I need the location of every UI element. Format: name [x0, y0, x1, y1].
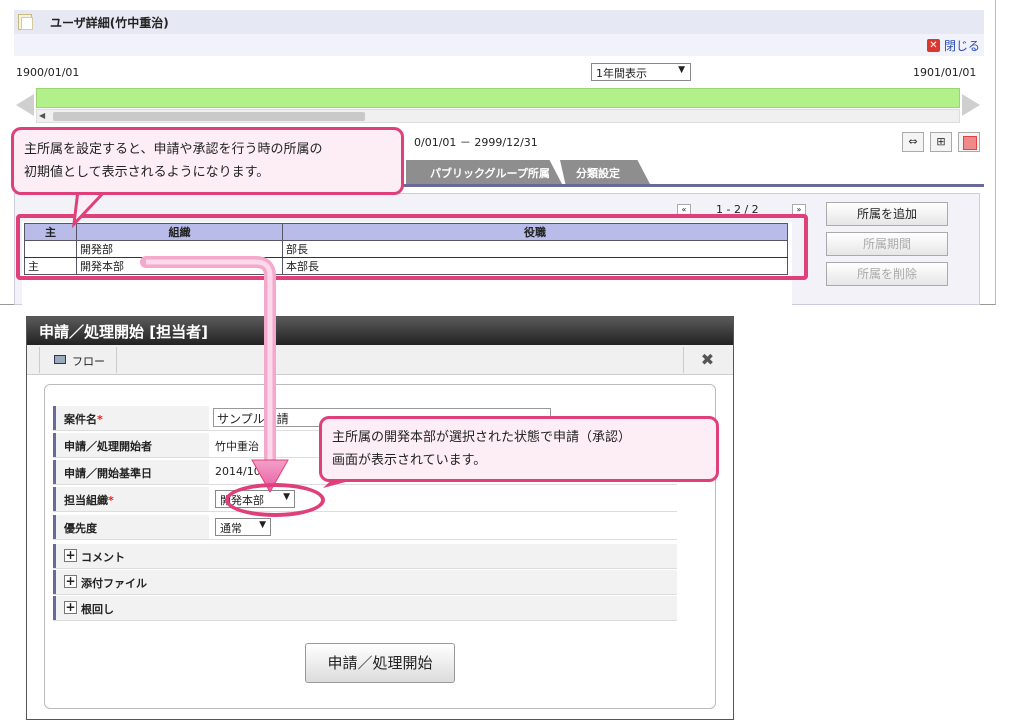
comment-section-label: コメント: [81, 551, 125, 564]
affiliation-range: 0/01/01 － 2999/12/31: [414, 136, 538, 149]
attachment-section-label: 添付ファイル: [81, 577, 147, 590]
callout-line: 主所属の開発本部が選択された状態で申請（承認）: [332, 430, 632, 445]
form-row-comment[interactable]: + コメント: [53, 544, 677, 569]
nemawashi-section-header[interactable]: + 根回し: [53, 596, 209, 620]
form-row-nemawashi[interactable]: + 根回し: [53, 596, 677, 621]
document-icon: [18, 14, 33, 30]
callout-org-selected: 主所属の開発本部が選択された状態で申請（承認） 画面が表示されています。: [319, 416, 719, 482]
delete-affiliation-button[interactable]: 所属を削除: [826, 262, 948, 286]
affiliation-period-button[interactable]: 所属期間: [826, 232, 948, 256]
chevron-down-icon: ▼: [259, 520, 266, 530]
applicant-label: 申請／処理開始者: [53, 433, 209, 457]
required-mark: *: [108, 494, 114, 507]
close-icon[interactable]: ✕: [927, 39, 940, 52]
scroll-left-icon[interactable]: ◀: [39, 111, 45, 120]
timeline-bar: [36, 88, 960, 108]
callout-line: 初期値として表示されるようになります。: [24, 165, 270, 180]
timeline-prev-icon[interactable]: [16, 94, 34, 116]
period-select[interactable]: 1年間表示 ▼: [591, 63, 691, 81]
required-mark: *: [97, 413, 103, 426]
base-date-label: 申請／開始基準日: [53, 460, 209, 484]
priority-label: 優先度: [53, 515, 209, 539]
timeline-next-icon[interactable]: [962, 94, 980, 116]
attachment-section-header[interactable]: + 添付ファイル: [53, 570, 209, 594]
callout-line: 画面が表示されています。: [332, 453, 487, 468]
flow-tab-label: フロー: [72, 355, 105, 368]
case-name-label-text: 案件名: [64, 413, 97, 426]
form-row-attachment[interactable]: + 添付ファイル: [53, 570, 677, 595]
scrollbar-thumb[interactable]: [53, 112, 365, 121]
section-row-bg: [209, 544, 677, 568]
tab-classification[interactable]: 分類設定: [560, 160, 650, 184]
nemawashi-section-label: 根回し: [81, 603, 114, 616]
dialog-close-icon[interactable]: ✖: [683, 347, 731, 373]
window-subbar: [14, 34, 984, 56]
timeline-end-date: 1901/01/01: [913, 66, 977, 79]
case-name-label: 案件名*: [53, 406, 209, 430]
section-row-bg: [209, 596, 677, 620]
period-select-value: 1年間表示: [596, 67, 647, 80]
section-row-bg: [209, 570, 677, 594]
comment-section-header[interactable]: + コメント: [53, 544, 209, 568]
timeline-start-date: 1900/01/01: [16, 66, 80, 79]
table-highlight: [16, 214, 808, 280]
window-titlebar: ユーザ詳細(竹中重治): [14, 10, 984, 34]
close-link[interactable]: 閉じる: [944, 37, 980, 54]
expand-plus-icon[interactable]: +: [64, 575, 77, 588]
flow-tab[interactable]: フロー: [39, 347, 117, 373]
window-title: ユーザ詳細(竹中重治): [50, 16, 169, 30]
org-select-highlight: [225, 483, 325, 517]
callout-line: 主所属を設定すると、申請や承認を行う時の所属の: [24, 142, 323, 157]
expand-plus-icon[interactable]: +: [64, 601, 77, 614]
org-label-text: 担当組織: [64, 494, 108, 507]
collapse-icon[interactable]: ⊞: [930, 132, 952, 152]
priority-select[interactable]: 通常 ▼: [215, 518, 271, 536]
flow-icon: [54, 355, 66, 364]
start-apply-button[interactable]: 申請／処理開始: [305, 643, 455, 683]
expand-width-icon[interactable]: ⇔: [902, 132, 924, 152]
chevron-down-icon: ▼: [678, 65, 685, 75]
base-date-value: 2014/10/30: [215, 465, 279, 478]
add-affiliation-button[interactable]: 所属を追加: [826, 202, 948, 226]
applicant-value: 竹中重治: [215, 440, 259, 453]
tab-public-group[interactable]: パブリックグループ所属: [406, 160, 562, 184]
priority-select-value: 通常: [220, 522, 242, 535]
dialog-toolbar: フロー ✖: [27, 345, 733, 375]
callout-main-affiliation: 主所属を設定すると、申請や承認を行う時の所属の 初期値として表示されるようになり…: [11, 127, 404, 195]
expand-plus-icon[interactable]: +: [64, 549, 77, 562]
dialog-title: 申請／処理開始 [担当者]: [27, 317, 733, 345]
stop-icon[interactable]: [958, 132, 980, 152]
form-row-org: 担当組織* 開発本部 ▼: [53, 487, 677, 512]
org-label: 担当組織*: [53, 487, 209, 511]
form-row-priority: 優先度 通常 ▼: [53, 515, 677, 540]
timeline-scrollbar[interactable]: ◀: [36, 109, 960, 123]
